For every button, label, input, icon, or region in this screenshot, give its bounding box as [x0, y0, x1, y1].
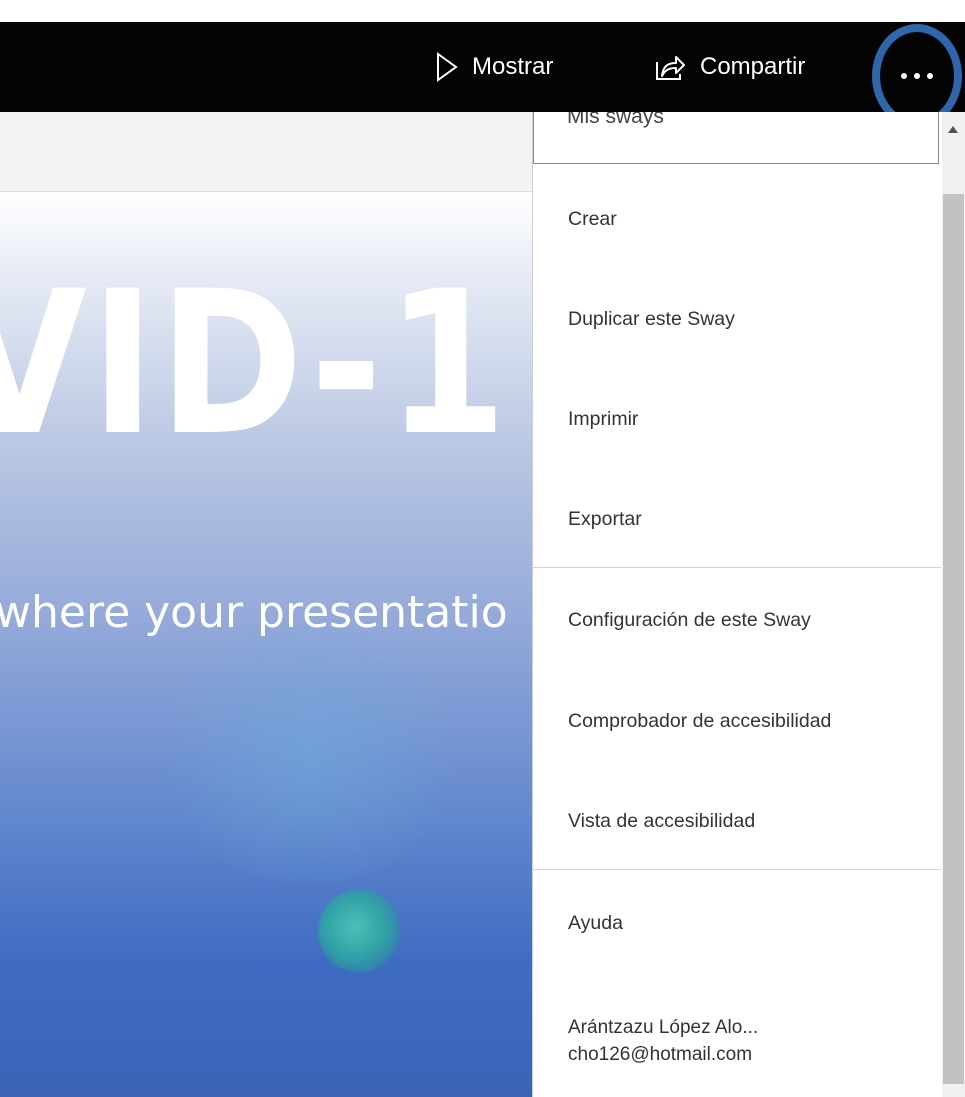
- menu-item-label: Mis sways: [567, 112, 664, 128]
- menu-item-imprimir[interactable]: Imprimir: [533, 369, 943, 469]
- menu-item-vista-accesibilidad[interactable]: Vista de accesibilidad: [533, 771, 943, 871]
- card-subtitle: where your presentatio: [0, 587, 508, 638]
- menu-item-configuracion[interactable]: Configuración de este Sway: [533, 570, 943, 670]
- more-options-menu: Mis sways Crear Duplicar este Sway Impri…: [532, 112, 942, 1097]
- scroll-up-arrow-icon[interactable]: [948, 126, 958, 133]
- menu-item-comprobador-accesibilidad[interactable]: Comprobador de accesibilidad: [533, 671, 943, 771]
- menu-divider: [533, 869, 941, 870]
- menu-item-ayuda[interactable]: Ayuda: [533, 873, 943, 973]
- menu-item-exportar[interactable]: Exportar: [533, 469, 943, 569]
- menu-item-duplicar[interactable]: Duplicar este Sway: [533, 269, 943, 369]
- menu-item-crear[interactable]: Crear: [533, 169, 943, 269]
- share-button[interactable]: Compartir: [654, 22, 805, 112]
- account-email: cho126@hotmail.com: [568, 1044, 753, 1065]
- virus-image: [318, 890, 400, 972]
- menu-divider: [533, 567, 941, 568]
- background-glow: [150, 623, 470, 883]
- play-label: Mostrar: [472, 53, 554, 80]
- play-button[interactable]: Mostrar: [436, 22, 553, 112]
- menu-scrollbar[interactable]: [942, 112, 965, 1097]
- scroll-thumb[interactable]: [943, 194, 964, 1084]
- play-icon: [436, 52, 458, 82]
- menu-item-mis-sways[interactable]: Mis sways: [533, 112, 939, 164]
- card-title: VID-1: [0, 248, 511, 479]
- share-icon: [654, 52, 686, 82]
- sub-toolbar: [0, 112, 532, 192]
- account-name: Arántzazu López Alo...: [568, 1017, 759, 1038]
- share-label: Compartir: [700, 53, 806, 80]
- account-info[interactable]: Arántzazu López Alo... cho126@hotmail.co…: [533, 974, 943, 1084]
- top-toolbar: Mostrar Compartir: [0, 22, 965, 128]
- sway-title-card[interactable]: VID-1 where your presentatio: [0, 193, 532, 1097]
- more-dots-icon: [901, 73, 933, 79]
